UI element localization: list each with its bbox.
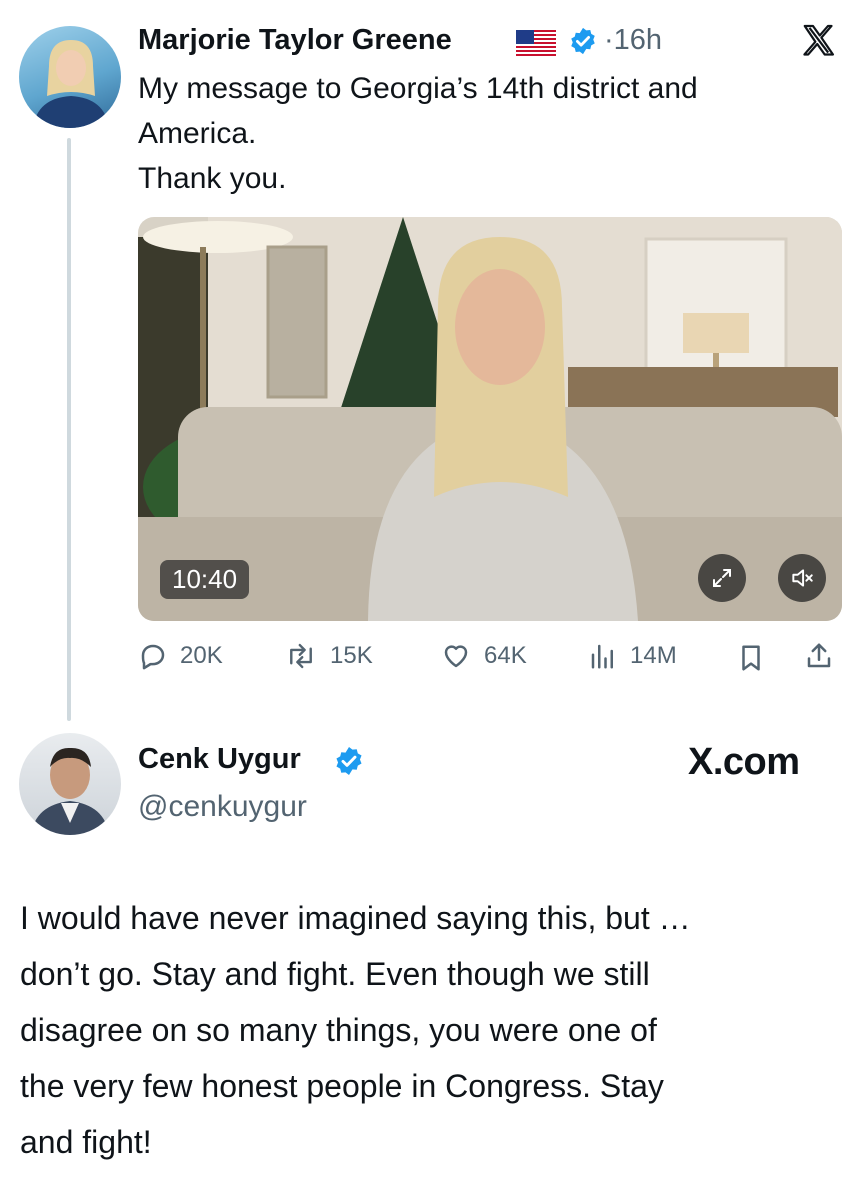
reply-button[interactable]: 20K [138, 641, 223, 671]
reply-author-name[interactable]: Cenk Uygur [138, 743, 301, 776]
view-count: 14M [630, 642, 677, 669]
share-upload-icon [807, 643, 831, 668]
time-value: 16h [613, 24, 663, 56]
expand-video-button[interactable] [698, 554, 746, 602]
meta-separator: · [604, 24, 614, 56]
post-text-line: My message to Georgia’s 14th district an… [138, 72, 698, 105]
quoted-author-name[interactable]: Marjorie Taylor Greene [138, 24, 452, 57]
mute-toggle-button[interactable] [778, 554, 826, 602]
post-text-line: America. [138, 117, 257, 150]
verified-badge-icon [571, 27, 595, 55]
speaker-muted-icon [792, 569, 813, 587]
thread-connector-line [67, 138, 71, 721]
like-count: 64K [484, 642, 527, 669]
avatar-image [33, 40, 109, 128]
bookmark-icon [742, 645, 760, 671]
views-button[interactable]: 14M [588, 641, 677, 671]
video-duration-badge: 10:40 [160, 560, 250, 599]
like-button[interactable]: 64K [440, 641, 527, 671]
quoted-post-text: My message to Georgia’s 14th district an… [138, 66, 838, 201]
repost-count: 15K [330, 642, 373, 669]
expand-icon [713, 569, 731, 587]
author-avatar-cenk[interactable] [19, 733, 121, 835]
x-logo-icon [803, 24, 835, 56]
reply-post-text: I would have never imagined saying this,… [20, 890, 850, 1170]
repost-button[interactable]: 15K [284, 641, 373, 671]
views-chart-icon [591, 644, 613, 669]
bookmark-button[interactable] [736, 643, 766, 673]
reply-author-handle[interactable]: @cenkuygur [138, 790, 307, 824]
heart-icon [444, 645, 468, 668]
post-text-line: Thank you. [138, 162, 287, 195]
post-text-line: I would have never imagined saying this,… [20, 900, 691, 936]
post-timestamp[interactable]: ·16h [604, 24, 662, 57]
share-button[interactable] [804, 641, 834, 671]
post-text-line: disagree on so many things, you were one… [20, 1012, 657, 1048]
post-text-line: the very few honest people in Congress. … [20, 1068, 664, 1104]
avatar-image [31, 747, 109, 835]
us-flag-icon [516, 30, 556, 56]
x-com-label: X.com [688, 741, 800, 783]
reply-count: 20K [180, 642, 223, 669]
verified-badge-icon [336, 747, 362, 775]
post-text-line: and fight! [20, 1124, 152, 1160]
reply-bubble-icon [141, 644, 165, 670]
video-player[interactable]: 10:40 [138, 217, 842, 621]
post-text-line: don’t go. Stay and fight. Even though we… [20, 956, 650, 992]
repost-icon [290, 643, 312, 669]
author-avatar-mtg[interactable] [19, 26, 121, 128]
